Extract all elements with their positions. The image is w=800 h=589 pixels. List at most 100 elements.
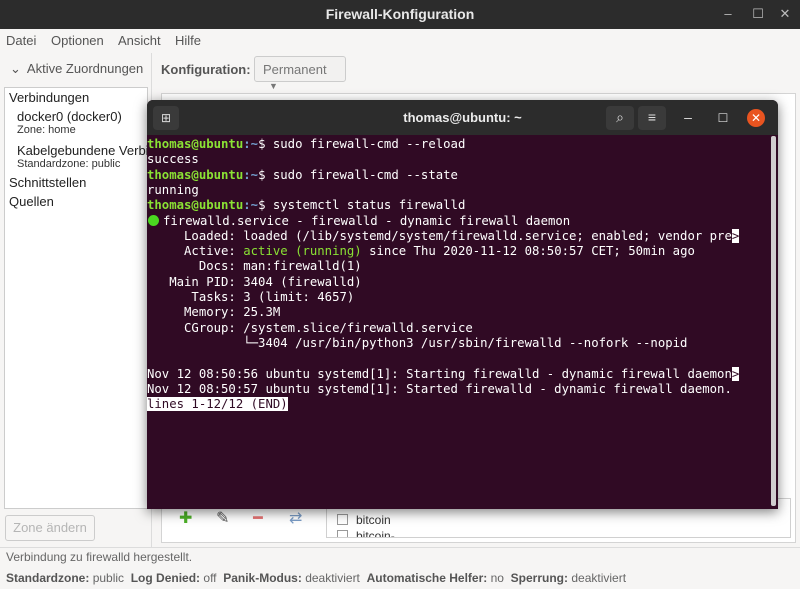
command-text: $ sudo firewall-cmd --reload bbox=[258, 137, 466, 151]
status-value: deaktiviert bbox=[571, 571, 627, 585]
main-titlebar: Firewall-Konfiguration – ☐ ✕ bbox=[0, 0, 800, 29]
terminal-line: Nov 12 08:50:56 ubuntu systemd[1]: Start… bbox=[147, 366, 740, 382]
menubar: Datei Optionen Ansicht Hilfe bbox=[0, 29, 800, 53]
minimize-icon[interactable]: – bbox=[678, 108, 698, 128]
connection-zone: Standardzone: public bbox=[17, 158, 121, 170]
bindings-list[interactable]: Verbindungen docker0 (docker0) Zone: hom… bbox=[4, 87, 148, 509]
terminal-line: firewalld.service - firewalld - dynamic … bbox=[147, 214, 570, 229]
active-bindings-label: Aktive Zuordnungen bbox=[26, 61, 144, 76]
dropdown-arrow-icon: ▼ bbox=[269, 81, 278, 91]
close-icon[interactable]: ✕ bbox=[747, 109, 765, 127]
terminal-line: lines 1-12/12 (END) bbox=[147, 397, 288, 412]
add-icon[interactable]: ✚ bbox=[179, 508, 192, 528]
output-text: Nov 12 08:50:57 ubuntu systemd[1]: Start… bbox=[147, 381, 732, 396]
field-label: Active: bbox=[147, 244, 244, 259]
window-title: Firewall-Konfiguration bbox=[325, 6, 475, 22]
change-zone-button[interactable]: Zone ändern bbox=[5, 515, 95, 541]
output-text: └─3404 /usr/bin/python3 /usr/sbin/firewa… bbox=[147, 335, 688, 350]
section-connections[interactable]: Verbindungen bbox=[9, 90, 89, 105]
menu-optionen[interactable]: Optionen bbox=[51, 33, 104, 48]
menu-ansicht[interactable]: Ansicht bbox=[118, 33, 161, 48]
active-bindings-pane: ⌄ Aktive Zuordnungen Verbindungen docker0… bbox=[0, 53, 152, 547]
terminal-line: Main PID: 3404 (firewalld) bbox=[147, 275, 362, 290]
output-text: running bbox=[147, 182, 199, 197]
section-interfaces[interactable]: Schnittstellen bbox=[9, 175, 86, 190]
reload-icon[interactable]: ⇄ bbox=[289, 508, 302, 528]
terminal-line: thomas@ubuntu:~$ sudo firewall-cmd --rel… bbox=[147, 137, 465, 152]
status-label: Sperrung: bbox=[510, 571, 568, 585]
terminal-line: thomas@ubuntu:~$ systemctl status firewa… bbox=[147, 198, 465, 213]
status-dot-icon bbox=[148, 214, 159, 226]
output-text: CGroup: /system.slice/firewalld.service bbox=[147, 320, 473, 335]
active-status: active (running) bbox=[243, 244, 362, 259]
status-value: no bbox=[490, 571, 504, 585]
output-text: success bbox=[147, 152, 199, 167]
checkbox[interactable] bbox=[337, 530, 348, 537]
prompt-path: :~ bbox=[243, 198, 259, 213]
menu-hilfe[interactable]: Hilfe bbox=[175, 33, 201, 48]
status-label: Standardzone: bbox=[6, 571, 90, 585]
status-label: Panik-Modus: bbox=[223, 571, 302, 585]
remove-icon[interactable]: ━ bbox=[253, 508, 263, 528]
terminal-line: Loaded: loaded (/lib/systemd/system/fire… bbox=[147, 228, 740, 244]
config-value: Permanent bbox=[263, 62, 327, 77]
output-text: Tasks: 3 (limit: 4657) bbox=[147, 290, 355, 304]
hamburger-menu-icon[interactable]: ≡ bbox=[638, 106, 666, 130]
section-sources[interactable]: Quellen bbox=[9, 194, 54, 209]
service-header: firewalld.service - firewalld - dynamic … bbox=[163, 213, 571, 228]
output-text: Loaded: loaded (/lib/systemd/system/fire… bbox=[147, 228, 732, 243]
connection-zone: Zone: home bbox=[17, 124, 76, 136]
terminal-line: success bbox=[147, 152, 199, 167]
pager-status: lines 1-12/12 (END) bbox=[147, 397, 288, 412]
terminal-window[interactable]: ⊞ thomas@ubuntu: ~ ⌕ ≡ – ☐ ✕ thomas@ubun… bbox=[147, 100, 778, 509]
status-value: public bbox=[92, 571, 125, 585]
overflow-marker: > bbox=[731, 366, 740, 381]
prompt-user: thomas@ubuntu bbox=[147, 198, 244, 213]
chevron-down-icon: ⌄ bbox=[10, 61, 21, 76]
terminal-line: Active: active (running) since Thu 2020-… bbox=[147, 244, 695, 259]
connection-wired[interactable]: Kabelgebundene Verbi Standardzone: publi… bbox=[17, 143, 148, 170]
output-text: Nov 12 08:50:56 ubuntu systemd[1]: Start… bbox=[147, 366, 732, 381]
search-icon[interactable]: ⌕ bbox=[606, 106, 634, 130]
list-item[interactable]: bitcoin- bbox=[337, 529, 395, 537]
status-label: Log Denied: bbox=[130, 571, 201, 585]
active-bindings-toggle[interactable]: ⌄ Aktive Zuordnungen bbox=[10, 61, 143, 77]
prompt-user: thomas@ubuntu bbox=[147, 137, 244, 151]
terminal-line: └─3404 /usr/bin/python3 /usr/sbin/firewa… bbox=[147, 336, 687, 351]
terminal-line: thomas@ubuntu:~$ sudo firewall-cmd --sta… bbox=[147, 168, 458, 183]
output-text: Memory: 25.3M bbox=[147, 305, 281, 320]
minimize-icon[interactable]: – bbox=[718, 4, 738, 24]
list-item[interactable]: bitcoin bbox=[337, 513, 391, 527]
terminal-line: Nov 12 08:50:57 ubuntu systemd[1]: Start… bbox=[147, 382, 732, 397]
config-label: Konfiguration: bbox=[161, 62, 251, 77]
status-label: Automatische Helfer: bbox=[366, 571, 488, 585]
terminal-titlebar[interactable]: ⊞ thomas@ubuntu: ~ ⌕ ≡ – ☐ ✕ bbox=[147, 100, 778, 135]
status-value: off bbox=[203, 571, 217, 585]
command-text: $ systemctl status firewalld bbox=[258, 198, 466, 213]
prompt-path: :~ bbox=[243, 167, 259, 182]
maximize-icon[interactable]: ☐ bbox=[713, 108, 733, 128]
checkbox[interactable] bbox=[337, 514, 348, 525]
status-summary: Standardzone: public Log Denied: off Pan… bbox=[6, 571, 626, 585]
prompt-user: thomas@ubuntu bbox=[147, 167, 244, 182]
status-value: deaktiviert bbox=[305, 571, 360, 585]
connection-status: Verbindung zu firewalld hergestellt. bbox=[6, 550, 193, 564]
terminal-line: running bbox=[147, 183, 199, 198]
maximize-icon[interactable]: ☐ bbox=[748, 4, 768, 24]
command-text: $ sudo firewall-cmd --state bbox=[258, 167, 458, 182]
close-icon[interactable]: ✕ bbox=[775, 4, 795, 24]
terminal-scrollbar[interactable] bbox=[771, 136, 776, 506]
connection-name: Kabelgebundene Verbi bbox=[17, 143, 148, 158]
connection-name: docker0 (docker0) bbox=[17, 109, 122, 124]
overflow-marker: > bbox=[731, 228, 740, 243]
terminal-line: Tasks: 3 (limit: 4657) bbox=[147, 290, 354, 305]
terminal-output[interactable]: thomas@ubuntu:~$ sudo firewall-cmd --rel… bbox=[147, 136, 769, 509]
statusbar: Verbindung zu firewalld hergestellt. Sta… bbox=[0, 547, 800, 589]
edit-icon[interactable]: ✎ bbox=[216, 508, 229, 528]
prompt-path: :~ bbox=[243, 137, 259, 151]
terminal-line: Docs: man:firewalld(1) bbox=[147, 259, 362, 274]
terminal-line: CGroup: /system.slice/firewalld.service bbox=[147, 321, 473, 336]
menu-datei[interactable]: Datei bbox=[6, 33, 36, 48]
connection-docker0[interactable]: docker0 (docker0) Zone: home bbox=[17, 109, 122, 136]
config-select[interactable]: Permanent ▼ bbox=[254, 56, 346, 91]
